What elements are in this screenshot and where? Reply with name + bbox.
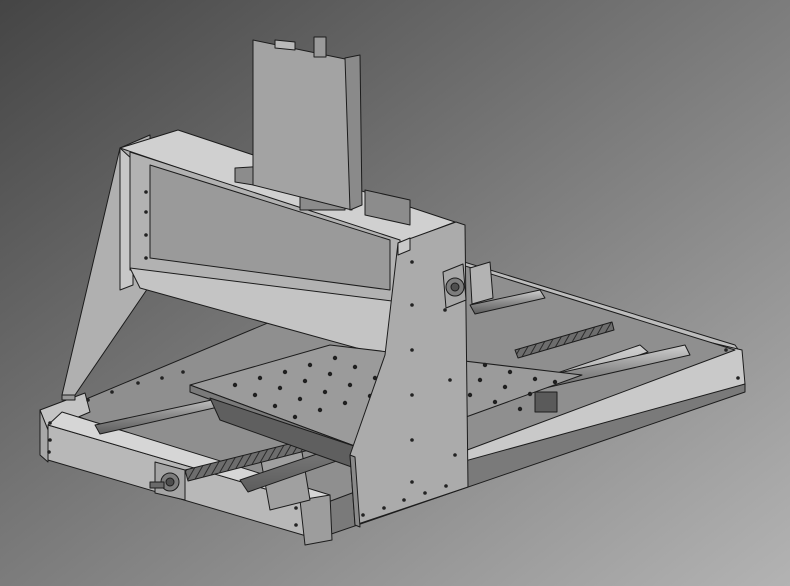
z-axis-spindle-plate[interactable] (252, 36, 363, 211)
cnc-router-model[interactable] (0, 0, 790, 586)
cad-3d-viewport[interactable] (0, 0, 790, 586)
